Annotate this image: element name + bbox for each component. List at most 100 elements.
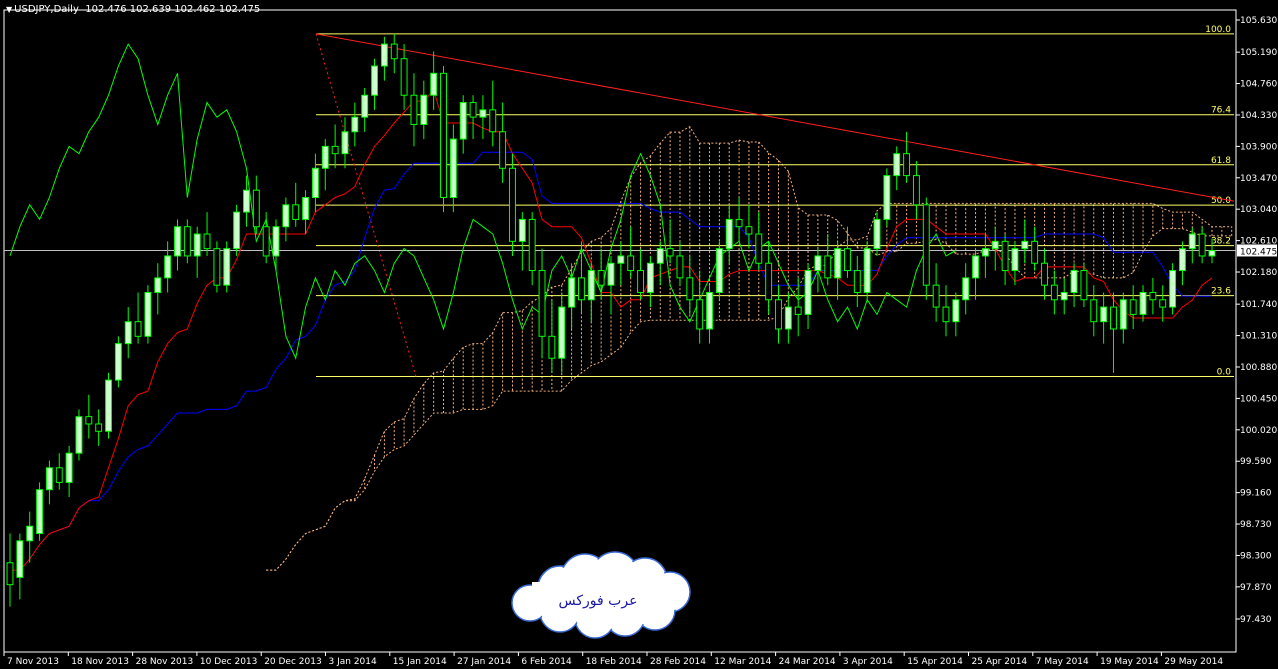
candle-bull	[371, 65, 378, 96]
candle-bear	[627, 255, 635, 272]
x-tick-label: 12 Mar 2014	[714, 657, 771, 667]
fib-level-label: 23.6	[1211, 287, 1231, 297]
candle-bull	[144, 291, 152, 337]
candle-bull	[1100, 306, 1108, 323]
y-tick-label: 98.300	[1240, 551, 1272, 561]
x-tick-label: 28 Feb 2014	[650, 657, 706, 667]
candle-bear	[1080, 270, 1088, 301]
candle-bull	[351, 116, 359, 133]
candle-bear	[922, 204, 930, 286]
candle-bear	[1198, 233, 1206, 257]
x-tick-label: 6 Feb 2014	[521, 657, 572, 667]
candle-bear	[410, 94, 418, 125]
candle-bull	[646, 262, 654, 293]
candle-bear	[745, 226, 753, 235]
y-tick-label: 103.470	[1240, 174, 1277, 184]
candle-bull	[321, 145, 329, 169]
y-tick-label: 100.880	[1240, 363, 1277, 373]
candle-bull	[105, 379, 112, 432]
candle-bull	[893, 153, 901, 177]
candle-bear	[469, 102, 477, 118]
current-price-label: 102.475	[1240, 247, 1277, 257]
y-tick-label: 97.870	[1240, 583, 1272, 593]
candle-bull	[1178, 248, 1186, 272]
candle-bull	[863, 248, 871, 293]
x-tick-label: 18 Nov 2013	[71, 657, 129, 667]
x-tick-label: 29 May 2014	[1164, 657, 1223, 667]
candle-bear	[499, 131, 507, 169]
x-tick-label: 3 Jan 2014	[329, 657, 377, 667]
candle-bear	[213, 248, 221, 286]
y-tick-label: 97.430	[1240, 615, 1272, 625]
candle-bull	[1139, 291, 1147, 315]
candle-bull	[814, 255, 822, 272]
candle-bear	[331, 145, 339, 155]
candle-bull	[164, 255, 172, 279]
candle-bull	[114, 343, 122, 381]
x-tick-label: 7 May 2014	[1036, 657, 1089, 667]
y-tick-label: 99.160	[1240, 489, 1272, 499]
candle-bear	[538, 270, 546, 337]
kumo-cloud	[354, 126, 1233, 501]
x-tick-label: 10 Dec 2013	[200, 657, 258, 667]
senkou-span-a	[266, 126, 1232, 571]
candle-bull	[154, 277, 162, 293]
candle-bull	[518, 218, 526, 242]
x-tick-label: 24 Mar 2014	[779, 657, 836, 667]
candle-bull	[233, 211, 241, 250]
candle-bull	[1188, 233, 1196, 250]
fib-level-label: 61.8	[1211, 156, 1231, 166]
candle-bull	[706, 291, 713, 330]
candle-bull	[952, 299, 960, 323]
candle-bear	[390, 43, 398, 60]
candle-bear	[775, 299, 782, 330]
candle-bull	[1119, 299, 1127, 330]
candle-bull	[449, 138, 457, 199]
candle-bear	[696, 299, 704, 330]
candle-bull	[834, 248, 842, 279]
candle-bear	[1050, 284, 1058, 301]
candle-bear	[489, 109, 497, 133]
candle-bear	[440, 72, 447, 199]
candle-bull	[282, 204, 290, 228]
candle-bear	[1001, 240, 1009, 272]
candle-bull	[430, 72, 438, 96]
candle-bear	[765, 262, 773, 301]
x-tick-label: 20 Dec 2013	[264, 657, 322, 667]
candle-bear	[548, 335, 556, 359]
candle-bull	[568, 277, 576, 308]
y-tick-label: 103.900	[1240, 142, 1277, 152]
candle-bull	[302, 197, 310, 220]
candle-bull	[341, 131, 349, 155]
x-tick-label: 27 Jan 2014	[457, 657, 511, 667]
candle-bear	[252, 189, 260, 228]
candle-bull	[420, 94, 428, 125]
candle-bear	[85, 416, 93, 425]
candle-bull	[725, 218, 733, 250]
candle-bull	[656, 248, 664, 264]
chikou-span	[9, 43, 957, 360]
candle-bull	[873, 218, 881, 250]
candle-bull	[75, 416, 83, 454]
candle-bear	[1149, 291, 1157, 301]
candle-bull	[174, 226, 181, 257]
candle-bull	[311, 167, 319, 199]
y-tick-label: 104.760	[1240, 80, 1277, 90]
fib-level-label: 100.0	[1205, 25, 1231, 35]
candle-bear	[134, 321, 142, 337]
candle-bear	[942, 306, 950, 323]
candle-bull	[243, 189, 250, 213]
candle-bear	[528, 218, 536, 272]
candle-bear	[95, 423, 103, 432]
candle-bear	[1041, 262, 1048, 286]
y-tick-label: 104.330	[1240, 111, 1277, 121]
candle-bear	[755, 233, 763, 264]
x-tick-label: 28 Nov 2013	[136, 657, 194, 667]
candle-bull	[1208, 249, 1216, 257]
y-tick-label: 101.740	[1240, 300, 1277, 310]
candle-bull	[804, 270, 812, 315]
candle-bull	[380, 43, 388, 67]
candle-bear	[1090, 299, 1098, 323]
price-chart[interactable]: 100.076.461.850.038.223.60.0105.630105.1…	[0, 0, 1278, 669]
candle-bear	[1110, 306, 1117, 330]
